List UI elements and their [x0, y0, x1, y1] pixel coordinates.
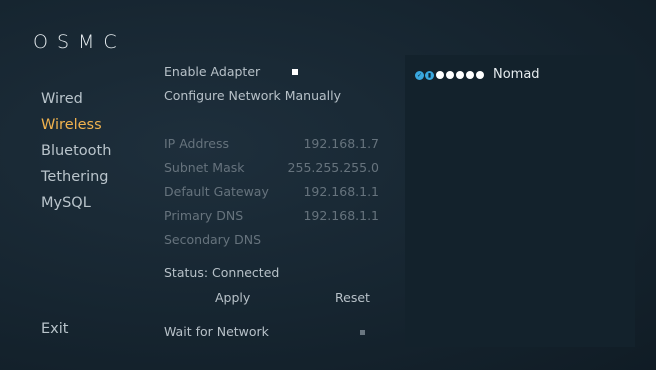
check-icon: ✓ [415, 70, 424, 80]
network-name: Nomad [493, 67, 540, 82]
sidebar-item-mysql[interactable]: MySQL [41, 190, 111, 216]
wait-for-network-toggle[interactable]: Wait for Network [164, 322, 379, 342]
secondary-dns-label: Secondary DNS [164, 232, 262, 247]
sidebar-item-wireless[interactable]: Wireless [41, 112, 111, 138]
secondary-dns-row: Secondary DNS [164, 230, 379, 250]
subnet-mask-value: 255.255.255.0 [287, 160, 379, 175]
exit-button[interactable]: Exit [41, 319, 68, 339]
sidebar-item-wired[interactable]: Wired [41, 86, 111, 112]
wait-for-network-label: Wait for Network [164, 324, 269, 339]
status-text: Status: Connected [164, 265, 280, 280]
enable-adapter-toggle[interactable]: Enable Adapter [164, 62, 379, 82]
sidebar-menu: Wired Wireless Bluetooth Tethering MySQL [41, 86, 111, 216]
wifi-network-item[interactable]: ✓ ▮ Nomad [415, 66, 540, 84]
signal-dot-icon [436, 71, 444, 79]
signal-dot-icon [466, 71, 474, 79]
default-gateway-label: Default Gateway [164, 184, 269, 199]
ip-address-label: IP Address [164, 136, 229, 151]
enable-adapter-label: Enable Adapter [164, 64, 261, 79]
apply-button[interactable]: Apply [215, 288, 250, 308]
osmc-logo: OSMC [33, 31, 126, 53]
sidebar-item-bluetooth[interactable]: Bluetooth [41, 138, 111, 164]
subnet-mask-row: Subnet Mask 255.255.255.0 [164, 158, 379, 178]
primary-dns-value: 192.168.1.1 [303, 208, 379, 223]
default-gateway-value: 192.168.1.1 [303, 184, 379, 199]
signal-dot-icon [476, 71, 484, 79]
reset-button[interactable]: Reset [335, 288, 370, 308]
configure-manually-toggle[interactable]: Configure Network Manually [164, 86, 379, 106]
ip-address-row: IP Address 192.168.1.7 [164, 134, 379, 154]
subnet-mask-label: Subnet Mask [164, 160, 245, 175]
enable-adapter-checkbox[interactable] [292, 69, 298, 75]
sidebar-item-tethering[interactable]: Tethering [41, 164, 111, 190]
signal-dot-icon [446, 71, 454, 79]
primary-dns-row: Primary DNS 192.168.1.1 [164, 206, 379, 226]
wifi-network-list: ✓ ▮ Nomad [405, 55, 635, 347]
action-buttons: Apply Reset [164, 288, 379, 308]
ip-address-value: 192.168.1.7 [303, 136, 379, 151]
signal-strength-icon [436, 71, 486, 79]
settings-panel: Enable Adapter Configure Network Manuall… [164, 0, 389, 370]
signal-dot-icon [456, 71, 464, 79]
wait-for-network-checkbox[interactable] [360, 330, 365, 335]
osmc-network-settings: OSMC Wired Wireless Bluetooth Tethering … [0, 0, 656, 370]
default-gateway-row: Default Gateway 192.168.1.1 [164, 182, 379, 202]
primary-dns-label: Primary DNS [164, 208, 244, 223]
lock-icon: ▮ [425, 70, 434, 80]
configure-manually-label: Configure Network Manually [164, 88, 342, 103]
connection-status: Status: Connected [164, 263, 379, 283]
